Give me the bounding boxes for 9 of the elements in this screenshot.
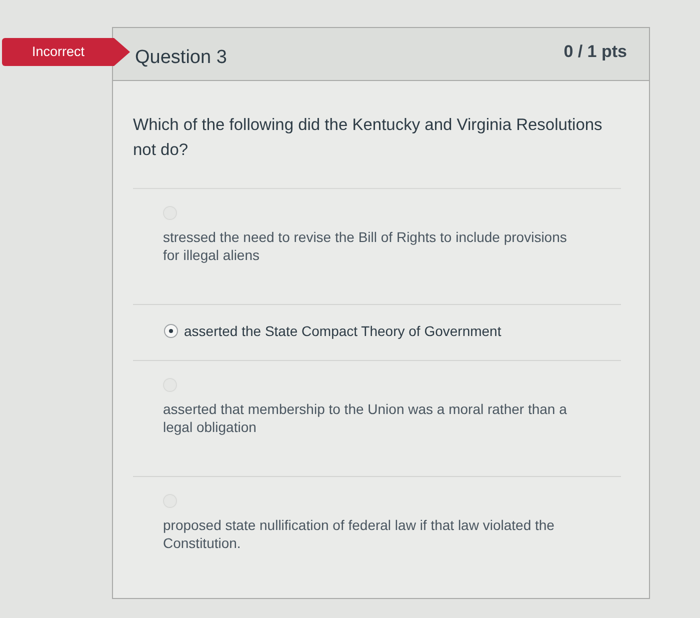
question-text: Which of the following did the Kentucky and Virginia Resolutions not do? (133, 115, 604, 161)
answer-text: asserted the State Compact Theory of Government (184, 322, 502, 340)
question-title: Question 3 (135, 47, 227, 69)
incorrect-badge: Incorrect (2, 38, 130, 66)
radio-button[interactable] (164, 324, 178, 338)
answer-text: proposed state nullification of federal law if that law violated the Constitution. (163, 516, 556, 552)
points-label: 0 / 1 pts (564, 42, 627, 62)
answer-text: stressed the need to revise the Bill of Rights to include provisions for illegal aliens (163, 228, 568, 264)
answer-text: asserted that membership to the Union was a moral rather than a legal obligation (163, 400, 568, 436)
